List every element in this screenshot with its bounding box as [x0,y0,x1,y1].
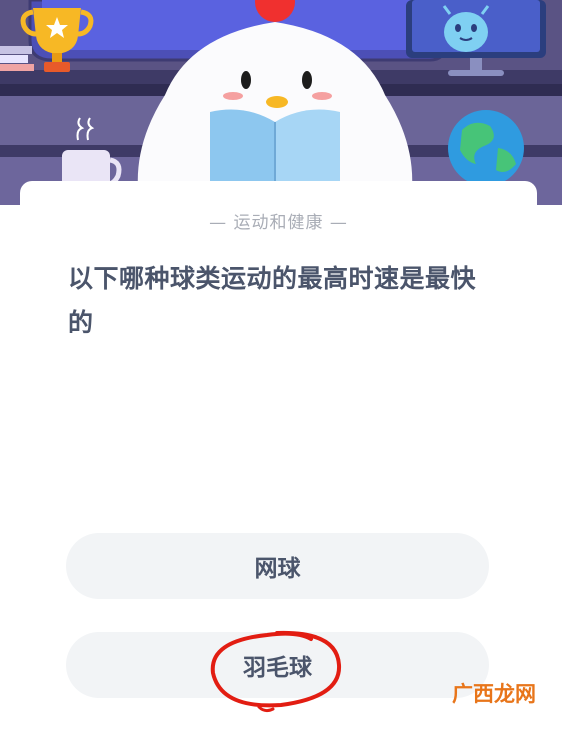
question-card: — 运动和健康 — 以下哪种球类运动的最高时速是最快的 网球 羽毛球 [20,181,537,741]
category-label: — 运动和健康 — [209,213,348,233]
watermark-logo: 广西龙网 [452,682,536,706]
hero-illustration [0,0,562,205]
answer-option-tennis[interactable]: 网球 [66,533,489,599]
answer-option-badminton[interactable]: 羽毛球 [66,632,489,698]
answer-option-label: 羽毛球 [243,655,312,681]
answer-option-label: 网球 [254,556,301,582]
alien-icon [442,5,490,52]
question-text: 以下哪种球类运动的最高时速是最快的 [68,264,477,337]
